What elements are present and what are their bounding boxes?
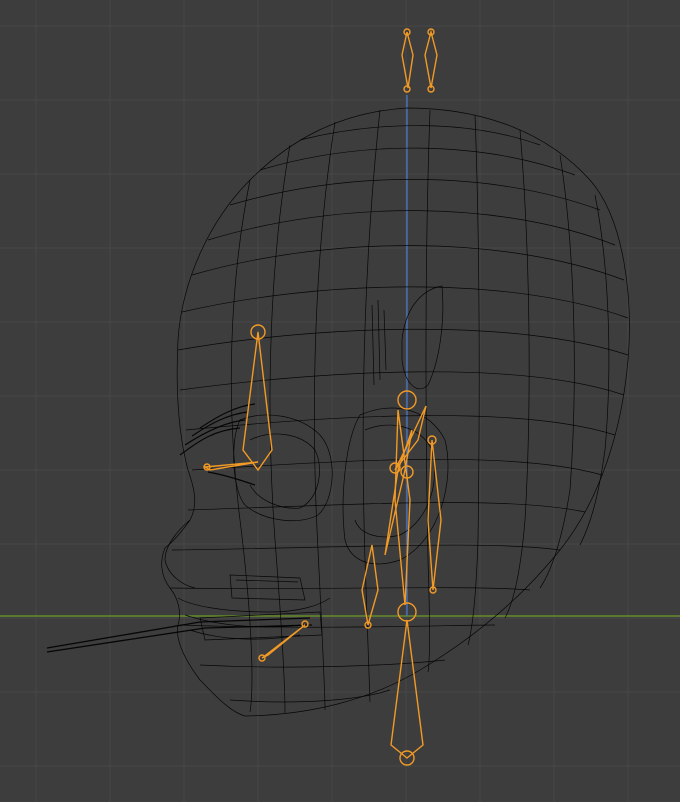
bone-jaw-left[interactable] — [361, 544, 379, 626]
mesh-loop — [259, 147, 576, 176]
mesh-loop — [504, 129, 530, 619]
mesh-loop — [299, 125, 541, 146]
mesh-loop — [199, 659, 446, 668]
nose — [164, 519, 196, 589]
bone-eyelid[interactable] — [202, 461, 259, 471]
bone-top-left[interactable] — [401, 31, 414, 89]
mesh-loop — [181, 286, 629, 319]
mesh-loop — [171, 544, 561, 551]
mesh-loop — [539, 154, 575, 589]
mesh-loop — [467, 114, 480, 646]
bone-top-right[interactable] — [424, 29, 438, 89]
bone-jaw-center[interactable] — [394, 409, 411, 606]
eye-socket-inner — [249, 433, 320, 509]
ear-outline — [401, 285, 444, 390]
mesh-loop — [269, 144, 291, 714]
3d-viewport[interactable] — [0, 0, 680, 802]
mesh-loop — [191, 245, 625, 281]
bone-lip[interactable] — [261, 624, 306, 659]
tongue-stick — [46, 617, 313, 653]
head-armature[interactable] — [202, 28, 442, 766]
mesh-loop — [229, 179, 601, 211]
head-mesh-wireframe[interactable] — [46, 107, 630, 717]
bone-joint — [403, 85, 411, 93]
eye-socket — [233, 414, 333, 522]
mesh-loop — [169, 587, 531, 591]
mesh-loop — [179, 371, 625, 396]
mouth-interior — [229, 574, 306, 601]
viewport-canvas[interactable] — [0, 0, 680, 802]
bone-jaw-right[interactable] — [427, 439, 442, 591]
mouth — [177, 597, 331, 613]
bone-joint — [301, 620, 309, 628]
viewport-grid — [0, 0, 680, 802]
jaw-inner-detail — [354, 424, 435, 538]
bone-neck[interactable] — [390, 619, 424, 759]
mesh-loop — [230, 179, 253, 713]
